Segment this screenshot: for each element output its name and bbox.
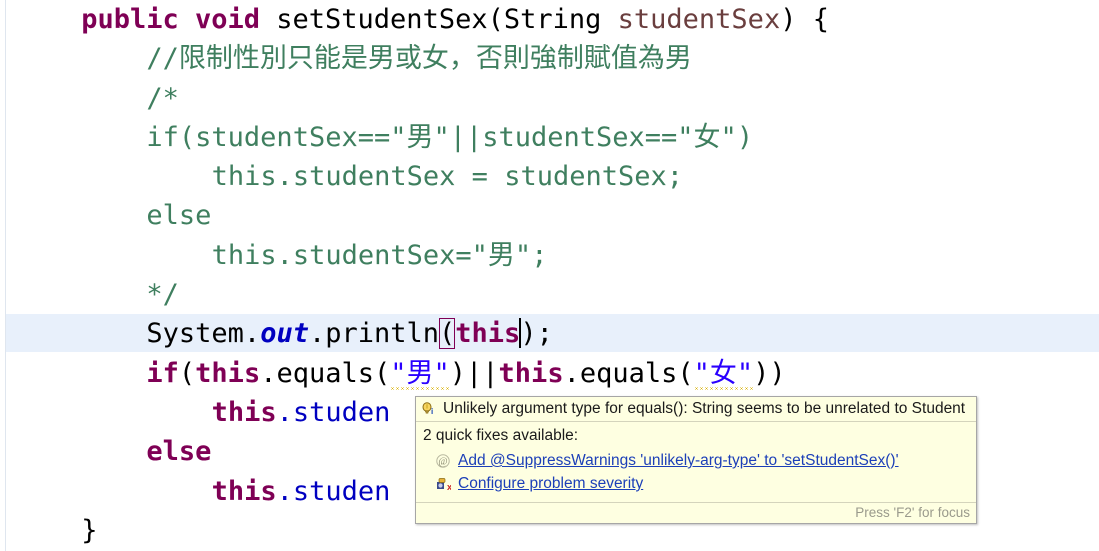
tooltip-body: 2 quick fixes available: @ Add @Suppress… (416, 422, 976, 502)
code-token: .studen (276, 396, 391, 428)
lightbulb-info-icon: i (421, 401, 437, 417)
code-token: .equals( (260, 357, 391, 389)
code-token: if (146, 357, 179, 389)
tooltip-footer: Press 'F2' for focus (416, 502, 976, 523)
code-line[interactable]: if(this.equals("男")||this.equals("女")) (0, 354, 1099, 393)
code-token: studentSex (617, 4, 781, 35)
configure-severity-icon: x (435, 476, 452, 492)
code-token: this.studentSex="男"; (211, 239, 548, 271)
quick-fix-tooltip[interactable]: i Unlikely argument type for equals(): S… (415, 396, 977, 524)
quick-fix-link-configure-severity[interactable]: Configure problem severity (458, 475, 643, 493)
code-token: this (195, 357, 261, 389)
code-token: /* (146, 82, 179, 114)
warning-underlined-token: "女" (693, 357, 754, 392)
code-token: this (498, 357, 564, 389)
code-token: if(studentSex=="男"||studentSex=="女") (146, 121, 754, 153)
svg-text:@: @ (438, 457, 447, 468)
code-line[interactable]: if(studentSex=="男"||studentSex=="女") (0, 118, 1099, 157)
quick-fix-item-suppresswarnings[interactable]: @ Add @SuppressWarnings 'unlikely-arg-ty… (435, 452, 972, 470)
code-line[interactable]: //限制性別只能是男或女，否則強制賦值為男 (0, 39, 1099, 78)
code-token: .println (308, 318, 440, 350)
code-token: public void (81, 4, 277, 35)
code-line[interactable]: /* (0, 79, 1099, 118)
code-token: this (211, 475, 277, 507)
code-token: .studen (276, 475, 391, 507)
code-token: out (260, 318, 309, 350)
warning-underlined-token: "男" (390, 357, 450, 392)
quick-fix-count: 2 quick fixes available: (423, 427, 579, 444)
code-token: */ (146, 279, 179, 311)
tooltip-header: i Unlikely argument type for equals(): S… (416, 397, 976, 422)
code-line[interactable]: public void setStudentSex(String student… (0, 0, 1099, 39)
code-token: )|| (449, 357, 499, 389)
bracket-match-highlight: ( (439, 318, 456, 350)
tooltip-header-text: Unlikely argument type for equals(): Str… (443, 400, 966, 417)
code-token: } (81, 514, 98, 546)
code-line[interactable]: */ (0, 275, 1099, 314)
code-token: .equals( (563, 357, 694, 389)
code-token: )) (753, 357, 786, 389)
quick-fix-link-suppresswarnings[interactable]: Add @SuppressWarnings 'unlikely-arg-type… (458, 452, 899, 470)
code-line[interactable]: else (0, 196, 1099, 235)
code-token: this (455, 318, 521, 350)
code-token: ( (178, 357, 196, 389)
code-token: else (146, 436, 212, 468)
code-token: setStudentSex(String (276, 4, 618, 35)
code-token: //限制性別只能是男或女，否則強制賦值為男 (146, 43, 692, 75)
code-token: this (211, 396, 277, 428)
quick-fix-item-configure-severity[interactable]: x Configure problem severity (435, 475, 972, 493)
code-line[interactable]: this.studentSex = studentSex; (0, 157, 1099, 196)
code-line[interactable]: this.studentSex="男"; (0, 236, 1099, 275)
code-line[interactable]: System.out.println(this); (0, 314, 1099, 353)
code-token: ); (520, 318, 553, 350)
code-token: else (146, 200, 212, 232)
svg-text:x: x (447, 482, 451, 492)
code-token: this.studentSex = studentSex; (211, 161, 683, 193)
code-token: ) { (780, 4, 829, 35)
svg-text:i: i (431, 407, 433, 416)
code-token: System. (146, 318, 261, 350)
at-annotation-icon: @ (435, 453, 451, 469)
